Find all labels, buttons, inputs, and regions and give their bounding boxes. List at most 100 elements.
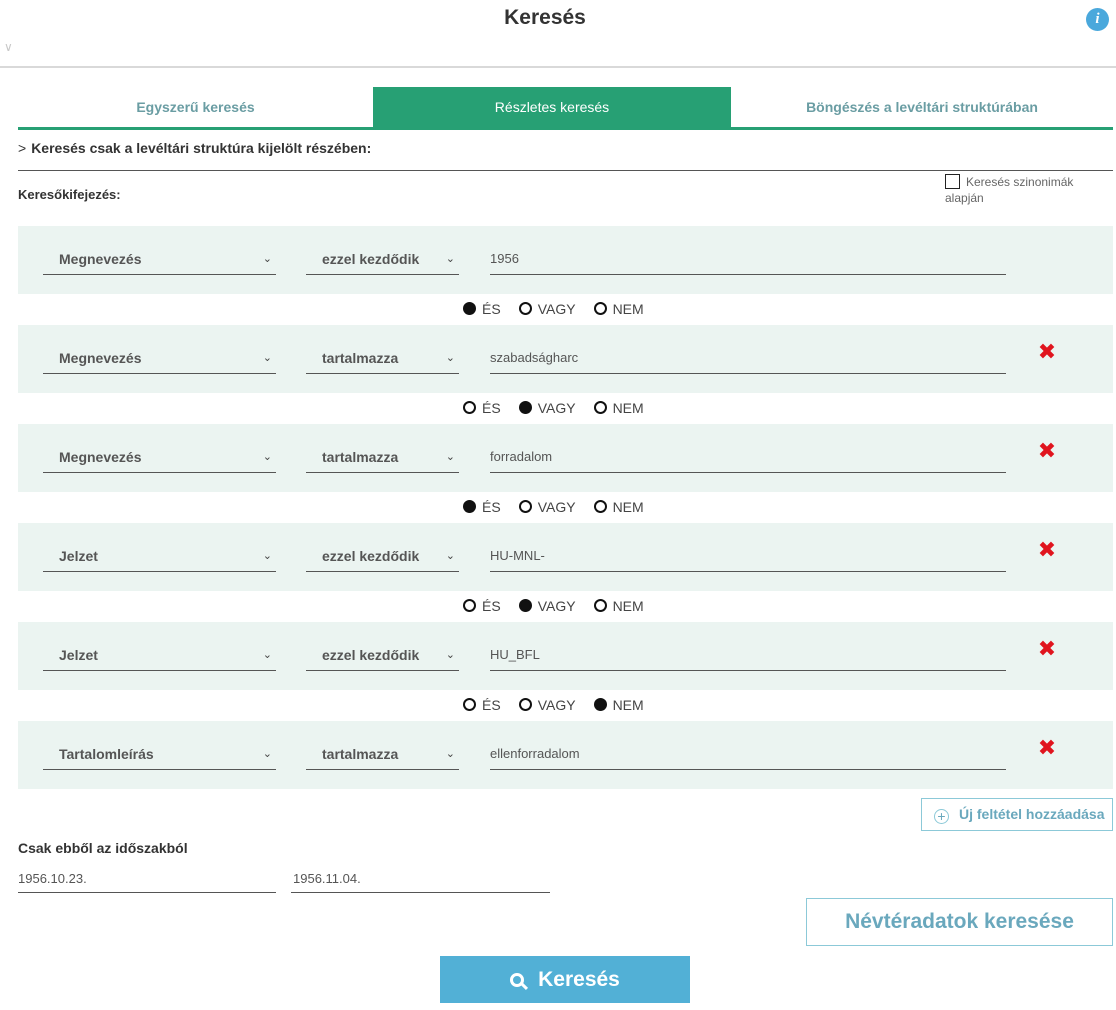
radio-icon[interactable] [518, 401, 532, 414]
field-select[interactable]: Jelzet ⌄ [43, 640, 276, 671]
chevron-down-icon: ⌄ [445, 253, 455, 265]
radio-icon[interactable] [593, 698, 607, 711]
operator-option-not[interactable]: NEM [593, 697, 644, 713]
field-select[interactable]: Megnevezés ⌄ [43, 442, 276, 473]
field-select[interactable]: Megnevezés ⌄ [43, 343, 276, 374]
radio-icon[interactable] [463, 401, 476, 414]
synonym-search-checkbox[interactable]: Keresés szinonimák alapján [945, 174, 1105, 206]
chevron-down-icon: ⌄ [262, 253, 272, 265]
search-expression-label: Keresőkifejezés: [18, 187, 121, 202]
match-type-select[interactable]: tartalmazza ⌄ [306, 739, 459, 770]
operator-option-or[interactable]: VAGY [518, 301, 576, 317]
field-select[interactable]: Megnevezés ⌄ [43, 244, 276, 275]
condition-value-input[interactable]: HU_BFL [490, 640, 1006, 671]
chevron-down-icon[interactable]: ∨ [4, 40, 13, 54]
operator-option-or[interactable]: VAGY [518, 499, 576, 515]
condition-row: Megnevezés ⌄ ezzel kezdődik ⌄ 1956 [18, 226, 1113, 294]
namespace-search-button[interactable]: Névtéradatok keresése [806, 898, 1113, 946]
logic-operator-group: ÉS VAGY NEM [463, 697, 662, 717]
radio-icon[interactable] [518, 302, 532, 315]
logic-operator-group: ÉS VAGY NEM [463, 301, 662, 321]
page-header: Keresés ∨ i [0, 0, 1116, 68]
operator-option-or[interactable]: VAGY [518, 598, 576, 614]
radio-icon[interactable] [518, 599, 532, 612]
operator-option-and[interactable]: ÉS [463, 598, 501, 614]
operator-option-not[interactable]: NEM [593, 400, 644, 416]
operator-label: ÉS [482, 598, 501, 614]
radio-icon[interactable] [463, 599, 476, 612]
match-type-select[interactable]: ezzel kezdődik ⌄ [306, 541, 459, 572]
radio-icon[interactable] [463, 698, 476, 711]
condition-row: Tartalomleírás ⌄ tartalmazza ⌄ ellenforradal… [18, 721, 1113, 789]
chevron-down-icon: ⌄ [262, 352, 272, 364]
operator-option-not[interactable]: NEM [593, 598, 644, 614]
operator-option-and[interactable]: ÉS [463, 499, 501, 515]
match-type-select[interactable]: ezzel kezdődik ⌄ [306, 244, 459, 275]
operator-label: ÉS [482, 499, 501, 515]
operator-label: NEM [612, 499, 644, 515]
add-condition-button[interactable]: + Új feltétel hozzáadása [921, 798, 1113, 831]
match-type-value: tartalmazza [322, 449, 399, 465]
condition-row: Jelzet ⌄ ezzel kezdődik ⌄ HU_BFL ✖ [18, 622, 1113, 690]
operator-option-not[interactable]: NEM [593, 301, 644, 317]
chevron-down-icon: ⌄ [445, 550, 455, 562]
chevron-down-icon: ⌄ [262, 748, 272, 760]
condition-value-input[interactable]: forradalom [490, 442, 1006, 473]
chevron-down-icon: ⌄ [445, 649, 455, 661]
chevron-down-icon: ⌄ [445, 451, 455, 463]
date-from-input[interactable]: 1956.10.23. [18, 865, 276, 893]
condition-value-input[interactable]: 1956 [490, 244, 1006, 275]
delete-condition-icon[interactable]: ✖ [1037, 440, 1057, 462]
checkbox-icon[interactable] [945, 174, 960, 189]
operator-option-or[interactable]: VAGY [518, 400, 576, 416]
match-type-select[interactable]: tartalmazza ⌄ [306, 442, 459, 473]
condition-row: Jelzet ⌄ ezzel kezdődik ⌄ HU-MNL- ✖ [18, 523, 1113, 591]
logic-operator-group: ÉS VAGY NEM [463, 598, 662, 618]
operator-label: ÉS [482, 301, 501, 317]
delete-condition-icon[interactable]: ✖ [1037, 341, 1057, 363]
radio-icon[interactable] [593, 302, 607, 315]
operator-option-and[interactable]: ÉS [463, 400, 501, 416]
search-icon [510, 973, 525, 987]
condition-value-input[interactable]: ellenforradalom [490, 739, 1006, 770]
match-type-value: ezzel kezdődik [322, 647, 420, 663]
radio-icon[interactable] [518, 500, 532, 513]
match-type-select[interactable]: tartalmazza ⌄ [306, 343, 459, 374]
chevron-down-icon: ⌄ [262, 451, 272, 463]
condition-value-input[interactable]: HU-MNL- [490, 541, 1006, 572]
condition-value-input[interactable]: szabadságharc [490, 343, 1006, 374]
radio-icon[interactable] [593, 500, 607, 513]
operator-option-or[interactable]: VAGY [518, 697, 576, 713]
operator-option-and[interactable]: ÉS [463, 697, 501, 713]
tab-simple-search[interactable]: Egyszerű keresés [18, 87, 373, 127]
radio-icon[interactable] [463, 302, 476, 315]
tab-browse-structure[interactable]: Böngészés a levéltári struktúrában [731, 87, 1113, 127]
chevron-down-icon: ⌄ [445, 352, 455, 364]
field-select[interactable]: Tartalomleírás ⌄ [43, 739, 276, 770]
date-to-input[interactable]: 1956.11.04. [291, 865, 550, 893]
structure-filter-toggle[interactable]: > Keresés csak a levéltári struktúra kije… [18, 140, 1113, 171]
match-type-value: ezzel kezdődik [322, 251, 420, 267]
operator-option-not[interactable]: NEM [593, 499, 644, 515]
operator-label: ÉS [482, 400, 501, 416]
radio-icon[interactable] [593, 599, 607, 612]
plus-circle-icon: + [934, 809, 949, 824]
delete-condition-icon[interactable]: ✖ [1037, 737, 1057, 759]
operator-label: VAGY [537, 301, 576, 317]
radio-icon[interactable] [593, 401, 607, 414]
chevron-down-icon: ⌄ [445, 748, 455, 760]
operator-label: NEM [612, 301, 644, 317]
match-type-value: tartalmazza [322, 350, 399, 366]
radio-icon[interactable] [518, 698, 532, 711]
delete-condition-icon[interactable]: ✖ [1037, 638, 1057, 660]
info-icon[interactable]: i [1086, 8, 1109, 31]
delete-condition-icon[interactable]: ✖ [1037, 539, 1057, 561]
operator-option-and[interactable]: ÉS [463, 301, 501, 317]
condition-row: Megnevezés ⌄ tartalmazza ⌄ szabadságharc ✖ [18, 325, 1113, 393]
field-select[interactable]: Jelzet ⌄ [43, 541, 276, 572]
radio-icon[interactable] [463, 500, 476, 513]
match-type-value: ezzel kezdődik [322, 548, 420, 564]
search-button[interactable]: Keresés [440, 956, 690, 1003]
tab-detailed-search[interactable]: Részletes keresés [373, 87, 731, 127]
match-type-select[interactable]: ezzel kezdődik ⌄ [306, 640, 459, 671]
